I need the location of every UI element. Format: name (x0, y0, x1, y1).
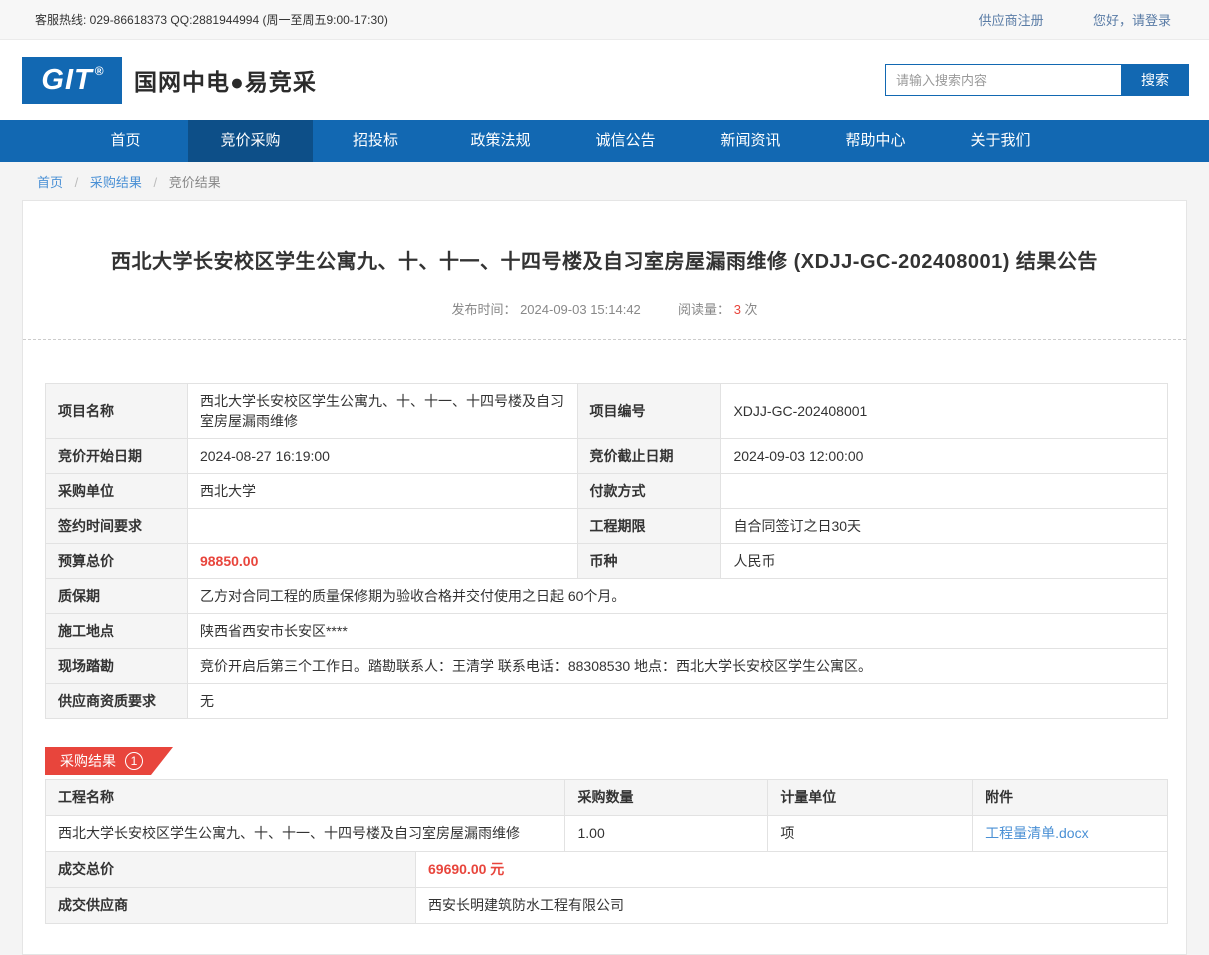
project-info-table: 项目名称 西北大学长安校区学生公寓九、十、十一、十四号楼及自习室房屋漏雨维修 项… (45, 383, 1168, 719)
registered-trademark-icon: ® (95, 64, 105, 78)
table-row: 预算总价 98850.00 币种 人民币 (46, 544, 1168, 579)
supplier-register-link[interactable]: 供应商注册 (979, 13, 1044, 28)
site-logo[interactable]: GIT® (22, 57, 122, 104)
service-hotline: 客服热线: 029-86618373 QQ:2881944994 (周一至周五9… (35, 11, 388, 28)
breadcrumb-current: 竞价结果 (169, 175, 221, 190)
table-row: 西北大学长安校区学生公寓九、十、十一、十四号楼及自习室房屋漏雨维修 1.00 项… (46, 816, 1168, 852)
table-row: 竞价开始日期 2024-08-27 16:19:00 竞价截止日期 2024-0… (46, 439, 1168, 474)
top-links: 供应商注册 您好，请登录 (933, 10, 1171, 29)
table-row: 质保期 乙方对合同工程的质量保修期为验收合格并交付使用之日起 60个月。 (46, 579, 1168, 614)
field-value-start-date: 2024-08-27 16:19:00 (187, 439, 577, 474)
result-project-name: 西北大学长安校区学生公寓九、十、十一、十四号楼及自习室房屋漏雨维修 (46, 816, 565, 852)
column-header-unit: 计量单位 (768, 780, 973, 816)
search-input[interactable] (885, 64, 1121, 96)
nav-item-news[interactable]: 新闻资讯 (688, 120, 813, 162)
field-value-supplier-qualification: 无 (187, 684, 1167, 719)
nav-item-home[interactable]: 首页 (63, 120, 188, 162)
result-quantity: 1.00 (565, 816, 768, 852)
table-row: 现场踏勘 竞价开启后第三个工作日。踏勘联系人：王清学 联系电话：88308530… (46, 649, 1168, 684)
field-value-project-duration: 自合同签订之日30天 (721, 509, 1168, 544)
table-header-row: 工程名称 采购数量 计量单位 附件 (46, 780, 1168, 816)
deal-supplier-label: 成交供应商 (46, 888, 416, 924)
field-label: 供应商资质要求 (46, 684, 188, 719)
field-label: 竞价截止日期 (577, 439, 721, 474)
table-row: 签约时间要求 工程期限 自合同签订之日30天 (46, 509, 1168, 544)
views-unit: 次 (745, 302, 758, 317)
table-row: 项目名称 西北大学长安校区学生公寓九、十、十一、十四号楼及自习室房屋漏雨维修 项… (46, 384, 1168, 439)
result-badge-label: 采购结果 (60, 751, 116, 771)
field-label: 币种 (577, 544, 721, 579)
field-value-budget-total: 98850.00 (187, 544, 577, 579)
field-value-project-name: 西北大学长安校区学生公寓九、十、十一、十四号楼及自习室房屋漏雨维修 (187, 384, 577, 439)
title-divider (23, 339, 1186, 340)
deal-price-label: 成交总价 (46, 852, 416, 888)
field-value-deadline: 2024-09-03 12:00:00 (721, 439, 1168, 474)
search-button[interactable]: 搜索 (1121, 64, 1189, 96)
nav-item-help-center[interactable]: 帮助中心 (813, 120, 938, 162)
breadcrumb-home[interactable]: 首页 (37, 175, 63, 190)
deal-supplier-value: 西安长明建筑防水工程有限公司 (416, 888, 1168, 924)
field-label: 工程期限 (577, 509, 721, 544)
field-value-payment-method (721, 474, 1168, 509)
site-header: GIT® 国网中电●易竞采 搜索 (0, 40, 1209, 120)
table-row: 施工地点 陕西省西安市长安区**** (46, 614, 1168, 649)
field-value-purchaser: 西北大学 (187, 474, 577, 509)
breadcrumb-separator: / (154, 175, 158, 190)
column-header-quantity: 采购数量 (565, 780, 768, 816)
publish-time-value: 2024-09-03 15:14:42 (520, 302, 641, 317)
deal-summary-table: 成交总价 69690.00 元 成交供应商 西安长明建筑防水工程有限公司 (45, 851, 1168, 924)
field-value-construction-site: 陕西省西安市长安区**** (187, 614, 1167, 649)
field-label: 采购单位 (46, 474, 188, 509)
result-table: 工程名称 采购数量 计量单位 附件 西北大学长安校区学生公寓九、十、十一、十四号… (45, 779, 1168, 852)
field-label: 签约时间要求 (46, 509, 188, 544)
field-value-project-number: XDJJ-GC-202408001 (721, 384, 1168, 439)
field-value-site-survey: 竞价开启后第三个工作日。踏勘联系人：王清学 联系电话：88308530 地点：西… (187, 649, 1167, 684)
field-label: 付款方式 (577, 474, 721, 509)
table-row: 供应商资质要求 无 (46, 684, 1168, 719)
login-link[interactable]: 您好，请登录 (1093, 13, 1171, 28)
article-meta: 发布时间： 2024-09-03 15:14:42 阅读量： 3 次 (23, 299, 1186, 318)
top-utility-bar: 客服热线: 029-86618373 QQ:2881944994 (周一至周五9… (0, 0, 1209, 40)
publish-time-label: 发布时间： (451, 302, 516, 317)
attachment-link[interactable]: 工程量清单.docx (985, 825, 1088, 841)
field-label: 预算总价 (46, 544, 188, 579)
nav-item-policies[interactable]: 政策法规 (438, 120, 563, 162)
content-card: 西北大学长安校区学生公寓九、十、十一、十四号楼及自习室房屋漏雨维修 (XDJJ-… (22, 200, 1187, 955)
column-header-project-name: 工程名称 (46, 780, 565, 816)
nav-item-integrity-notices[interactable]: 诚信公告 (563, 120, 688, 162)
nav-item-bidding-procurement[interactable]: 竞价采购 (188, 120, 313, 162)
page-title: 西北大学长安校区学生公寓九、十、十一、十四号楼及自习室房屋漏雨维修 (XDJJ-… (23, 201, 1186, 274)
brand-title: 国网中电●易竞采 (134, 63, 317, 97)
field-label: 项目名称 (46, 384, 188, 439)
table-row: 成交供应商 西安长明建筑防水工程有限公司 (46, 888, 1168, 924)
main-nav: 首页 竞价采购 招投标 政策法规 诚信公告 新闻资讯 帮助中心 关于我们 (0, 120, 1209, 162)
nav-item-tendering[interactable]: 招投标 (313, 120, 438, 162)
breadcrumb: 首页 / 采购结果 / 竞价结果 (0, 162, 1209, 200)
field-label: 项目编号 (577, 384, 721, 439)
deal-price-value: 69690.00 元 (416, 852, 1168, 888)
result-unit: 项 (768, 816, 973, 852)
field-value-warranty: 乙方对合同工程的质量保修期为验收合格并交付使用之日起 60个月。 (187, 579, 1167, 614)
field-value-currency: 人民币 (721, 544, 1168, 579)
procurement-result-badge: 采购结果 1 (45, 747, 173, 775)
views-count: 3 (734, 302, 741, 317)
field-value-signing-time (187, 509, 577, 544)
search-bar: 搜索 (885, 64, 1189, 96)
column-header-attachment: 附件 (973, 780, 1168, 816)
result-count-badge: 1 (125, 752, 143, 770)
table-row: 成交总价 69690.00 元 (46, 852, 1168, 888)
field-label: 竞价开始日期 (46, 439, 188, 474)
views-label: 阅读量： (678, 302, 730, 317)
field-label: 现场踏勘 (46, 649, 188, 684)
breadcrumb-separator: / (75, 175, 79, 190)
field-label: 施工地点 (46, 614, 188, 649)
nav-item-about-us[interactable]: 关于我们 (938, 120, 1063, 162)
logo-text: GIT (41, 64, 92, 97)
breadcrumb-section[interactable]: 采购结果 (90, 175, 142, 190)
table-row: 采购单位 西北大学 付款方式 (46, 474, 1168, 509)
field-label: 质保期 (46, 579, 188, 614)
